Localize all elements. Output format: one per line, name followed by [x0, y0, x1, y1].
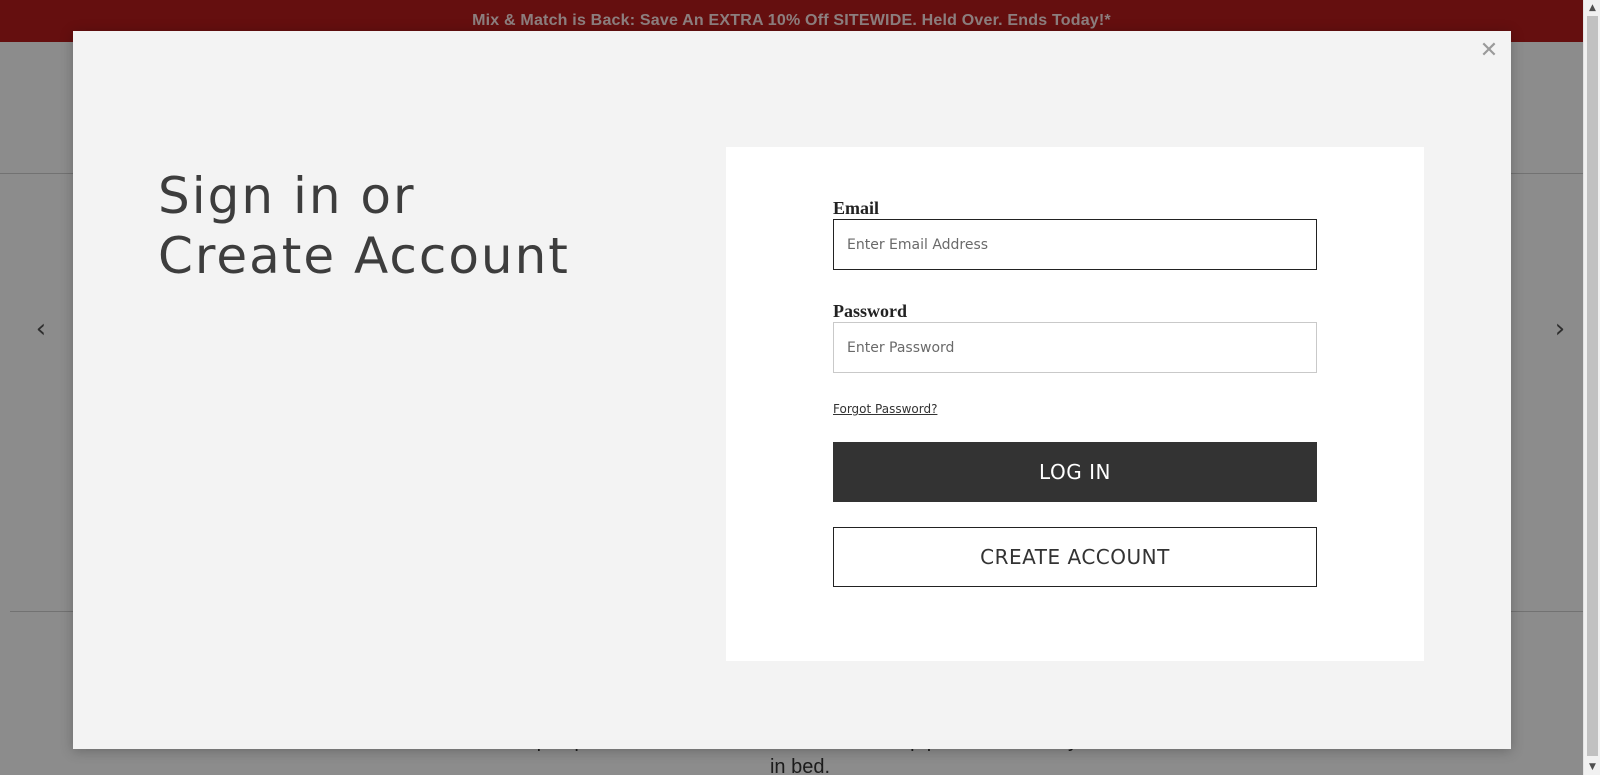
modal-heading: Sign in or Create Account [158, 166, 678, 286]
create-account-button[interactable]: CREATE ACCOUNT [833, 527, 1317, 587]
close-icon[interactable]: ✕ [1477, 39, 1501, 63]
log-in-button[interactable]: LOG IN [833, 442, 1317, 502]
password-label: Password [833, 301, 908, 321]
heading-line-2: Create Account [158, 227, 570, 285]
sign-in-modal: ✕ Sign in or Create Account Email Passwo… [73, 31, 1511, 749]
page: Mix & Match is Back: Save An EXTRA 10% O… [0, 0, 1600, 775]
forgot-password-link[interactable]: Forgot Password? [833, 402, 937, 416]
page-scrollbar[interactable]: ▲ ▼ [1583, 0, 1600, 775]
email-field[interactable] [833, 219, 1317, 270]
login-form-card: Email Password Forgot Password? LOG IN C… [726, 147, 1424, 661]
scroll-down-icon[interactable]: ▼ [1584, 759, 1600, 775]
scrollbar-thumb[interactable] [1587, 16, 1598, 756]
heading-line-1: Sign in or [158, 167, 416, 225]
password-field[interactable] [833, 322, 1317, 373]
scroll-up-icon[interactable]: ▲ [1584, 0, 1600, 16]
email-label: Email [833, 198, 880, 218]
